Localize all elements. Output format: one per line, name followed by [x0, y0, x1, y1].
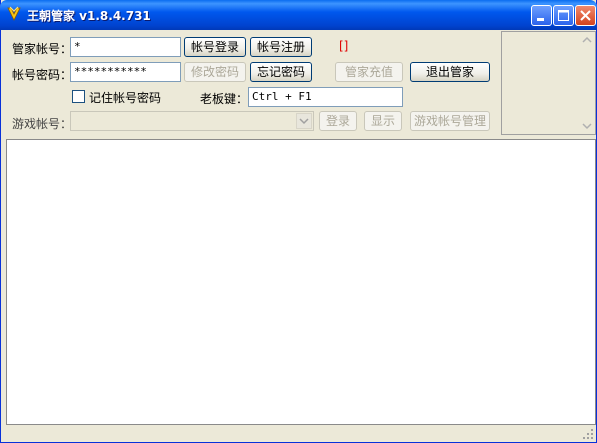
- status-indicator: []: [339, 39, 349, 53]
- remember-checkbox[interactable]: [72, 90, 85, 103]
- account-login-button[interactable]: 帐号登录: [184, 37, 246, 57]
- password-label: 帐号密码：: [12, 68, 73, 82]
- minimize-button[interactable]: [531, 5, 552, 26]
- game-account-label: 游戏帐号：: [12, 117, 73, 131]
- resize-grip-icon[interactable]: [582, 428, 594, 440]
- game-account-manage-button[interactable]: 游戏帐号管理: [410, 111, 490, 131]
- hotkey-input[interactable]: Ctrl + F1: [248, 87, 403, 107]
- exit-button[interactable]: 退出管家: [410, 62, 490, 82]
- side-list-panel[interactable]: [501, 31, 596, 135]
- password-input[interactable]: ***********: [70, 62, 181, 82]
- change-password-button[interactable]: 修改密码: [184, 62, 246, 82]
- scroll-up-icon[interactable]: [579, 32, 595, 48]
- chevron-down-icon: [299, 118, 309, 125]
- account-register-button[interactable]: 帐号注册: [250, 37, 312, 57]
- maximize-button[interactable]: [553, 5, 574, 26]
- game-login-button[interactable]: 登录: [319, 111, 357, 131]
- account-label: 管家帐号：: [12, 42, 73, 56]
- account-input[interactable]: *: [70, 37, 181, 57]
- recharge-button[interactable]: 管家充值: [335, 62, 403, 82]
- close-icon: [580, 10, 591, 21]
- main-window: 王朝管家 v1.8.4.731 管家帐号： * 帐号登录 帐号注册 [] 帐号密…: [0, 0, 597, 443]
- minimize-icon: [537, 18, 544, 21]
- remember-label: 记住帐号密码: [89, 91, 162, 105]
- title-bar[interactable]: 王朝管家 v1.8.4.731: [0, 0, 597, 30]
- main-content-area[interactable]: [6, 139, 596, 425]
- status-bar: [1, 427, 596, 442]
- hotkey-label: 老板键：: [200, 92, 249, 106]
- game-account-select[interactable]: [70, 111, 314, 131]
- maximize-icon: [558, 10, 569, 21]
- scroll-down-icon[interactable]: [579, 118, 595, 134]
- close-button[interactable]: [575, 5, 596, 26]
- show-button[interactable]: 显示: [364, 111, 402, 131]
- dropdown-arrow-button[interactable]: [296, 113, 312, 129]
- forgot-password-button[interactable]: 忘记密码: [250, 62, 312, 82]
- window-title: 王朝管家 v1.8.4.731: [27, 9, 151, 23]
- shield-logo-icon: [7, 6, 21, 21]
